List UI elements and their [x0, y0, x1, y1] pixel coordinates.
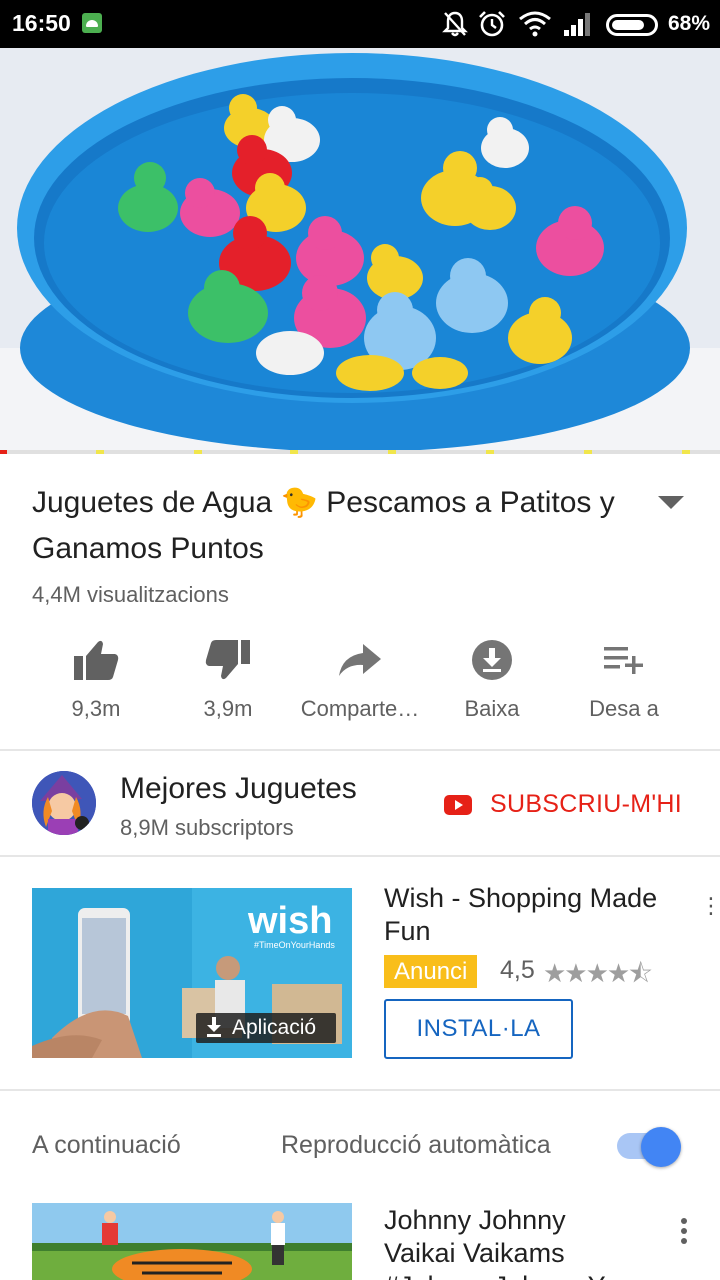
bell-muted-icon [442, 11, 468, 37]
ad-marker [584, 450, 592, 454]
divider [0, 855, 720, 857]
download-button[interactable]: Baixa [426, 630, 558, 730]
channel-name[interactable]: Mejores Juguetes [120, 772, 357, 806]
video-title: Juguetes de Agua 🐤 Pescamos a Patitos y … [32, 480, 632, 572]
thumb-down-icon [205, 640, 250, 680]
youtube-logo-icon [444, 794, 472, 815]
up-next-label: A continuació [32, 1131, 181, 1159]
signal-icon [564, 13, 590, 36]
share-button[interactable]: Comparte… [294, 630, 426, 730]
video-thumbnail [0, 48, 720, 452]
ad-more-icon[interactable]: ⋮ [700, 893, 720, 919]
app-chip-label: Aplicació [232, 1016, 317, 1039]
expand-description-icon[interactable] [658, 496, 684, 509]
battery-percent: 68% [668, 12, 711, 35]
next-video-title[interactable]: Johnny Johnny Vaikai Vaikams #Johnny Joh… [384, 1204, 644, 1280]
status-bar: 16:50 68% [0, 0, 720, 48]
ad-marker [486, 450, 494, 454]
wish-logo: wish [247, 900, 332, 942]
ad-marker [682, 450, 690, 454]
video-progress-bar[interactable] [0, 450, 720, 454]
battery-icon [606, 14, 658, 36]
download-icon [472, 640, 512, 680]
like-button[interactable]: 9,3m [30, 630, 162, 730]
ad-title[interactable]: Wish - Shopping Made Fun [384, 882, 684, 948]
subscriber-count: 8,9M subscriptors [120, 815, 294, 840]
video-progress-fill [0, 450, 8, 454]
save-label: Desa a [589, 696, 659, 721]
channel-avatar-image [32, 771, 96, 835]
alarm-icon [479, 11, 505, 37]
next-video-thumbnail[interactable] [32, 1203, 352, 1280]
android-notification-icon [82, 13, 102, 33]
thumb-up-icon [74, 640, 119, 680]
share-icon [339, 644, 381, 676]
action-bar: 9,3m 3,9m Comparte… Baixa Desa a [30, 630, 690, 730]
save-to-playlist-button[interactable]: Desa a [558, 630, 690, 730]
next-video-thumbnail-image [32, 1203, 352, 1280]
app-chip: Aplicació [196, 1013, 336, 1043]
autoplay-toggle-knob[interactable] [641, 1127, 681, 1167]
channel-avatar[interactable] [32, 771, 96, 835]
video-player[interactable] [0, 48, 720, 452]
ad-badge: Anunci [384, 955, 478, 988]
status-time: 16:50 [12, 10, 71, 36]
divider [0, 749, 720, 751]
share-label: Comparte… [300, 696, 420, 721]
like-count: 9,3m [71, 696, 121, 721]
dislike-button[interactable]: 3,9m [162, 630, 294, 730]
chick-emoji: 🐤 [280, 486, 318, 519]
ad-marker [388, 450, 396, 454]
ad-rating: 4,5 [500, 956, 535, 984]
dislike-count: 3,9m [203, 696, 253, 721]
divider [0, 1089, 720, 1091]
playlist-add-icon [604, 647, 643, 674]
subscribe-button[interactable]: SUBSCRIU-M'HI [444, 790, 682, 819]
autoplay-label: Reproducció automàtica [281, 1131, 551, 1159]
ad-marker [194, 450, 202, 454]
wifi-icon [519, 11, 551, 37]
subscribe-label: SUBSCRIU-M'HI [490, 790, 683, 818]
ad-marker [96, 450, 104, 454]
video-title-text-start: Juguetes de Agua [32, 486, 273, 519]
ad-thumbnail[interactable]: wish #TimeOnYourHands Aplicació [32, 888, 352, 1058]
rating-stars-icon: ★★★★⯪ [543, 958, 653, 988]
view-count: 4,4M visualitzacions [32, 582, 229, 607]
download-label: Baixa [464, 696, 520, 721]
download-arrow-icon [207, 1017, 221, 1037]
install-button[interactable]: INSTAL·LA [384, 999, 573, 1059]
wish-tagline: #TimeOnYourHands [254, 940, 335, 950]
more-options-icon[interactable] [681, 1218, 689, 1248]
ad-marker [290, 450, 298, 454]
